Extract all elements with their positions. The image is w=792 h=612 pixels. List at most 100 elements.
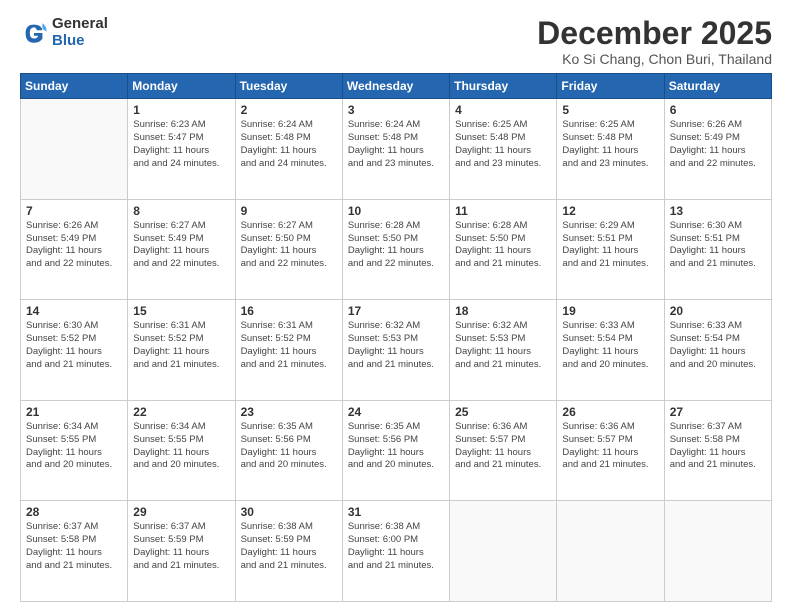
calendar-cell: 26 Sunrise: 6:36 AMSunset: 5:57 PMDayligh…	[557, 400, 664, 501]
calendar-cell: 24 Sunrise: 6:35 AMSunset: 5:56 PMDayligh…	[342, 400, 449, 501]
calendar-cell	[664, 501, 771, 602]
day-info: Sunrise: 6:35 AMSunset: 5:56 PMDaylight:…	[348, 421, 444, 472]
day-info: Sunrise: 6:24 AMSunset: 5:48 PMDaylight:…	[348, 119, 444, 170]
day-info: Sunrise: 6:32 AMSunset: 5:53 PMDaylight:…	[348, 320, 444, 371]
day-info: Sunrise: 6:23 AMSunset: 5:47 PMDaylight:…	[133, 119, 229, 170]
day-number: 7	[26, 204, 122, 218]
calendar-cell: 10 Sunrise: 6:28 AMSunset: 5:50 PMDayligh…	[342, 199, 449, 300]
day-info: Sunrise: 6:36 AMSunset: 5:57 PMDaylight:…	[562, 421, 658, 472]
day-number: 15	[133, 304, 229, 318]
logo-icon	[20, 19, 48, 47]
col-friday: Friday	[557, 74, 664, 99]
day-number: 10	[348, 204, 444, 218]
day-number: 1	[133, 103, 229, 117]
day-number: 25	[455, 405, 551, 419]
day-info: Sunrise: 6:37 AMSunset: 5:58 PMDaylight:…	[670, 421, 766, 472]
day-info: Sunrise: 6:38 AMSunset: 6:00 PMDaylight:…	[348, 521, 444, 572]
day-info: Sunrise: 6:26 AMSunset: 5:49 PMDaylight:…	[670, 119, 766, 170]
calendar-cell: 12Sunrise: 6:29 AMSunset: 5:51 PMDayligh…	[557, 199, 664, 300]
calendar-cell: 4Sunrise: 6:25 AMSunset: 5:48 PMDaylight…	[450, 99, 557, 200]
calendar-cell: 21 Sunrise: 6:34 AMSunset: 5:55 PMDayligh…	[21, 400, 128, 501]
calendar-cell: 18 Sunrise: 6:32 AMSunset: 5:53 PMDayligh…	[450, 300, 557, 401]
calendar-week-2: 14 Sunrise: 6:30 AMSunset: 5:52 PMDayligh…	[21, 300, 772, 401]
day-number: 31	[348, 505, 444, 519]
col-wednesday: Wednesday	[342, 74, 449, 99]
calendar-cell: 15 Sunrise: 6:31 AMSunset: 5:52 PMDayligh…	[128, 300, 235, 401]
page: General Blue December 2025 Ko Si Chang, …	[0, 0, 792, 612]
calendar-cell: 19 Sunrise: 6:33 AMSunset: 5:54 PMDayligh…	[557, 300, 664, 401]
day-number: 16	[241, 304, 337, 318]
day-info: Sunrise: 6:26 AMSunset: 5:49 PMDaylight:…	[26, 220, 122, 271]
calendar-cell: 20Sunrise: 6:33 AMSunset: 5:54 PMDayligh…	[664, 300, 771, 401]
month-title: December 2025	[537, 16, 772, 51]
day-number: 22	[133, 405, 229, 419]
day-info: Sunrise: 6:32 AMSunset: 5:53 PMDaylight:…	[455, 320, 551, 371]
day-number: 12	[562, 204, 658, 218]
col-thursday: Thursday	[450, 74, 557, 99]
day-info: Sunrise: 6:28 AMSunset: 5:50 PMDaylight:…	[455, 220, 551, 271]
day-info: Sunrise: 6:33 AMSunset: 5:54 PMDaylight:…	[670, 320, 766, 371]
calendar-cell: 27 Sunrise: 6:37 AMSunset: 5:58 PMDayligh…	[664, 400, 771, 501]
calendar-cell: 9Sunrise: 6:27 AMSunset: 5:50 PMDaylight…	[235, 199, 342, 300]
day-number: 29	[133, 505, 229, 519]
day-info: Sunrise: 6:37 AMSunset: 5:59 PMDaylight:…	[133, 521, 229, 572]
day-number: 21	[26, 405, 122, 419]
calendar-cell: 29 Sunrise: 6:37 AMSunset: 5:59 PMDayligh…	[128, 501, 235, 602]
logo-blue-text: Blue	[52, 33, 108, 50]
calendar-cell	[450, 501, 557, 602]
calendar-cell: 22 Sunrise: 6:34 AMSunset: 5:55 PMDayligh…	[128, 400, 235, 501]
calendar-cell: 8 Sunrise: 6:27 AMSunset: 5:49 PMDaylight…	[128, 199, 235, 300]
day-number: 17	[348, 304, 444, 318]
calendar-header-row: Sunday Monday Tuesday Wednesday Thursday…	[21, 74, 772, 99]
calendar-cell: 7 Sunrise: 6:26 AMSunset: 5:49 PMDaylight…	[21, 199, 128, 300]
calendar-week-4: 28 Sunrise: 6:37 AMSunset: 5:58 PMDayligh…	[21, 501, 772, 602]
day-info: Sunrise: 6:28 AMSunset: 5:50 PMDaylight:…	[348, 220, 444, 271]
day-number: 28	[26, 505, 122, 519]
day-number: 24	[348, 405, 444, 419]
calendar-cell: 16 Sunrise: 6:31 AMSunset: 5:52 PMDayligh…	[235, 300, 342, 401]
calendar-week-1: 7 Sunrise: 6:26 AMSunset: 5:49 PMDaylight…	[21, 199, 772, 300]
day-info: Sunrise: 6:35 AMSunset: 5:56 PMDaylight:…	[241, 421, 337, 472]
calendar-cell: 28 Sunrise: 6:37 AMSunset: 5:58 PMDayligh…	[21, 501, 128, 602]
calendar-cell: 13Sunrise: 6:30 AMSunset: 5:51 PMDayligh…	[664, 199, 771, 300]
day-number: 26	[562, 405, 658, 419]
day-info: Sunrise: 6:34 AMSunset: 5:55 PMDaylight:…	[26, 421, 122, 472]
day-number: 30	[241, 505, 337, 519]
logo: General Blue	[20, 16, 108, 49]
day-number: 9	[241, 204, 337, 218]
header: General Blue December 2025 Ko Si Chang, …	[20, 16, 772, 67]
day-number: 18	[455, 304, 551, 318]
day-info: Sunrise: 6:37 AMSunset: 5:58 PMDaylight:…	[26, 521, 122, 572]
day-info: Sunrise: 6:38 AMSunset: 5:59 PMDaylight:…	[241, 521, 337, 572]
calendar-cell: 2Sunrise: 6:24 AMSunset: 5:48 PMDaylight…	[235, 99, 342, 200]
col-saturday: Saturday	[664, 74, 771, 99]
calendar-cell: 30 Sunrise: 6:38 AMSunset: 5:59 PMDayligh…	[235, 501, 342, 602]
calendar-cell	[557, 501, 664, 602]
calendar-week-0: 1 Sunrise: 6:23 AMSunset: 5:47 PMDaylight…	[21, 99, 772, 200]
col-tuesday: Tuesday	[235, 74, 342, 99]
calendar-table: Sunday Monday Tuesday Wednesday Thursday…	[20, 73, 772, 602]
day-number: 8	[133, 204, 229, 218]
day-info: Sunrise: 6:25 AMSunset: 5:48 PMDaylight:…	[455, 119, 551, 170]
day-info: Sunrise: 6:27 AMSunset: 5:49 PMDaylight:…	[133, 220, 229, 271]
calendar-cell	[21, 99, 128, 200]
day-number: 19	[562, 304, 658, 318]
calendar-cell: 25Sunrise: 6:36 AMSunset: 5:57 PMDayligh…	[450, 400, 557, 501]
day-info: Sunrise: 6:30 AMSunset: 5:52 PMDaylight:…	[26, 320, 122, 371]
calendar-cell: 17 Sunrise: 6:32 AMSunset: 5:53 PMDayligh…	[342, 300, 449, 401]
day-info: Sunrise: 6:33 AMSunset: 5:54 PMDaylight:…	[562, 320, 658, 371]
calendar-cell: 3Sunrise: 6:24 AMSunset: 5:48 PMDaylight…	[342, 99, 449, 200]
day-number: 5	[562, 103, 658, 117]
day-info: Sunrise: 6:31 AMSunset: 5:52 PMDaylight:…	[241, 320, 337, 371]
day-number: 27	[670, 405, 766, 419]
day-number: 13	[670, 204, 766, 218]
day-info: Sunrise: 6:31 AMSunset: 5:52 PMDaylight:…	[133, 320, 229, 371]
day-number: 14	[26, 304, 122, 318]
calendar-cell: 23Sunrise: 6:35 AMSunset: 5:56 PMDayligh…	[235, 400, 342, 501]
day-number: 11	[455, 204, 551, 218]
day-info: Sunrise: 6:25 AMSunset: 5:48 PMDaylight:…	[562, 119, 658, 170]
day-number: 2	[241, 103, 337, 117]
day-info: Sunrise: 6:34 AMSunset: 5:55 PMDaylight:…	[133, 421, 229, 472]
calendar-cell: 31 Sunrise: 6:38 AMSunset: 6:00 PMDayligh…	[342, 501, 449, 602]
calendar-cell: 11 Sunrise: 6:28 AMSunset: 5:50 PMDayligh…	[450, 199, 557, 300]
